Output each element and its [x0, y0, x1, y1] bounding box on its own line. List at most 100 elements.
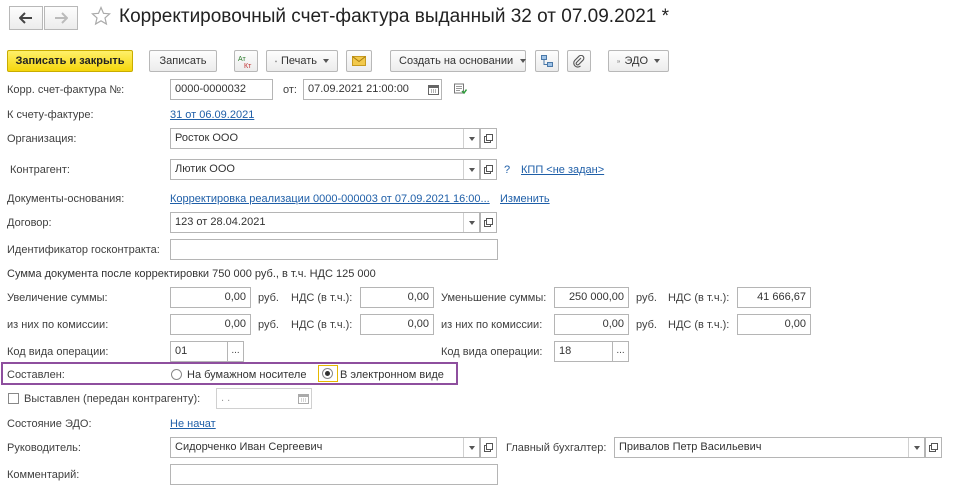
- change-base-documents-link[interactable]: Изменить: [500, 192, 550, 206]
- edo-button[interactable]: ЭДО: [608, 50, 669, 72]
- radio-electronic[interactable]: [322, 368, 333, 379]
- document-status-icon: [454, 83, 468, 95]
- commission-label: из них по комиссии:: [441, 319, 543, 331]
- chevron-down-icon: [469, 220, 475, 225]
- issued-date-value: . .: [221, 392, 231, 404]
- organization-label: Организация:: [7, 133, 77, 145]
- head-open-button[interactable]: [480, 437, 497, 458]
- base-invoice-link[interactable]: 31 от 06.09.2021: [170, 108, 254, 122]
- document-sum-summary: Сумма документа после корректировки 750 …: [7, 268, 376, 280]
- issued-checkbox[interactable]: [8, 393, 19, 404]
- rub-unit-label: руб.: [258, 319, 279, 331]
- create-based-on-button[interactable]: Создать на основании: [390, 50, 527, 72]
- contract-value: 123 от 28.04.2021: [175, 216, 266, 228]
- increase-commission-vat-input[interactable]: 0,00: [360, 314, 434, 335]
- radio-electronic-label[interactable]: В электронном виде: [340, 368, 444, 382]
- operation-code-input-2[interactable]: 18: [554, 341, 613, 362]
- calendar-button[interactable]: [425, 80, 441, 99]
- operation-code-select-button[interactable]: ...: [227, 341, 244, 362]
- vat-included-label: НДС (в т.ч.):: [668, 319, 730, 331]
- chevron-down-icon: [469, 167, 475, 172]
- svg-text:Кт: Кт: [244, 63, 252, 69]
- chevron-down-icon: [914, 445, 920, 450]
- help-question-mark[interactable]: ?: [504, 163, 510, 177]
- decrease-vat-input[interactable]: 41 666,67: [737, 287, 811, 308]
- counterparty-select[interactable]: Лютик ООО: [170, 159, 480, 180]
- chevron-down-icon: [520, 59, 527, 63]
- decrease-commission-vat-input[interactable]: 0,00: [737, 314, 811, 335]
- chief-accountant-open-button[interactable]: [925, 437, 942, 458]
- increase-sum-input[interactable]: 0,00: [170, 287, 251, 308]
- decrease-sum-label: Уменьшение суммы:: [441, 292, 547, 304]
- issued-calendar-button[interactable]: [295, 389, 311, 408]
- contract-dropdown-button[interactable]: [463, 213, 479, 232]
- decrease-commission-input[interactable]: 0,00: [554, 314, 629, 335]
- structure-button[interactable]: [535, 50, 559, 72]
- open-window-icon: [484, 165, 493, 174]
- chevron-down-icon: [469, 136, 475, 141]
- paperclip-icon: [573, 54, 585, 68]
- edo-label: ЭДО: [624, 55, 648, 67]
- contract-select[interactable]: 123 от 28.04.2021: [170, 212, 480, 233]
- gov-contract-id-input[interactable]: [170, 239, 498, 260]
- radio-paper[interactable]: [171, 369, 182, 380]
- email-button[interactable]: [346, 50, 372, 72]
- organization-open-button[interactable]: [480, 128, 497, 149]
- create-based-label: Создать на основании: [399, 55, 514, 67]
- calendar-icon: [428, 85, 439, 95]
- organization-dropdown-button[interactable]: [463, 129, 479, 148]
- base-invoice-label: К счету-фактуре:: [7, 109, 94, 121]
- invoice-date-value: 07.09.2021 21:00:00: [308, 83, 409, 95]
- issued-date-input[interactable]: . .: [216, 388, 312, 409]
- save-and-close-button[interactable]: Записать и закрыть: [7, 50, 133, 72]
- head-dropdown-button[interactable]: [463, 438, 479, 457]
- contract-open-button[interactable]: [480, 212, 497, 233]
- hierarchy-icon: [541, 55, 553, 67]
- save-button[interactable]: Записать: [149, 50, 217, 72]
- svg-text:Ат: Ат: [238, 56, 247, 63]
- chevron-down-icon: [654, 59, 660, 63]
- chief-accountant-dropdown-button[interactable]: [908, 438, 924, 457]
- date-from-label: от:: [283, 84, 297, 96]
- base-documents-link[interactable]: Корректировка реализации 0000-000003 от …: [170, 192, 490, 206]
- chief-accountant-value: Привалов Петр Васильевич: [619, 441, 762, 453]
- counterparty-dropdown-button[interactable]: [463, 160, 479, 179]
- organization-select[interactable]: Росток ООО: [170, 128, 480, 149]
- edo-state-label: Состояние ЭДО:: [7, 418, 92, 430]
- dt-kt-button[interactable]: Ат Кт: [234, 50, 258, 72]
- issued-label: Выставлен (передан контрагенту):: [24, 393, 201, 405]
- forward-button[interactable]: [44, 6, 78, 30]
- edo-exchange-icon: [617, 59, 621, 63]
- head-select[interactable]: Сидорченко Иван Сергеевич: [170, 437, 480, 458]
- print-button[interactable]: Печать: [266, 50, 338, 72]
- decrease-sum-input[interactable]: 250 000,00: [554, 287, 629, 308]
- vat-included-label: НДС (в т.ч.):: [291, 292, 353, 304]
- operation-code-select-button-2[interactable]: ...: [612, 341, 629, 362]
- operation-code-input[interactable]: 01: [170, 341, 228, 362]
- increase-vat-input[interactable]: 0,00: [360, 287, 434, 308]
- comment-input[interactable]: [170, 464, 498, 485]
- organization-value: Росток ООО: [175, 132, 239, 144]
- gov-contract-id-label: Идентификатор госконтракта:: [7, 244, 160, 256]
- contract-label: Договор:: [7, 217, 52, 229]
- commission-label: из них по комиссии:: [7, 319, 109, 331]
- increase-sum-label: Увеличение суммы:: [7, 292, 108, 304]
- invoice-date-input[interactable]: 07.09.2021 21:00:00: [303, 79, 442, 100]
- kpp-link[interactable]: КПП <не задан>: [521, 163, 604, 177]
- edo-state-link[interactable]: Не начат: [170, 417, 216, 431]
- counterparty-open-button[interactable]: [480, 159, 497, 180]
- head-value: Сидорченко Иван Сергеевич: [175, 441, 323, 453]
- calendar-icon: [298, 394, 309, 404]
- radio-paper-label[interactable]: На бумажном носителе: [187, 368, 306, 382]
- open-window-icon: [929, 443, 938, 452]
- corr-invoice-number-label: Корр. счет-фактура №:: [7, 84, 125, 96]
- corr-invoice-number-input[interactable]: 0000-0000032: [170, 79, 273, 100]
- vat-included-label: НДС (в т.ч.):: [291, 319, 353, 331]
- chief-accountant-select[interactable]: Привалов Петр Васильевич: [614, 437, 925, 458]
- favorite-star-button[interactable]: [90, 5, 112, 26]
- print-label: Печать: [280, 55, 317, 67]
- attach-button[interactable]: [567, 50, 591, 72]
- increase-commission-input[interactable]: 0,00: [170, 314, 251, 335]
- back-button[interactable]: [9, 6, 43, 30]
- post-document-icon-button[interactable]: [454, 83, 468, 98]
